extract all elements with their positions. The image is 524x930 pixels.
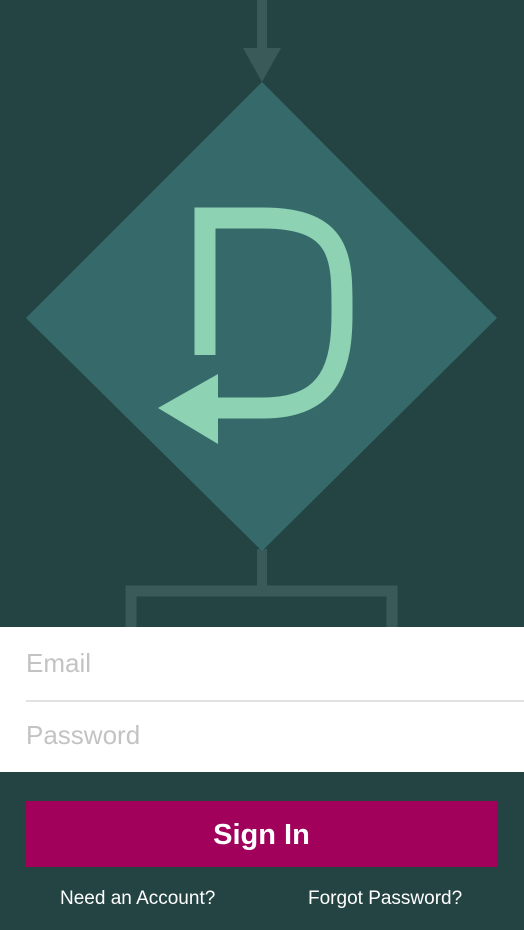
flow-branch-box xyxy=(125,585,398,627)
email-field[interactable] xyxy=(26,627,524,699)
flowchart-illustration xyxy=(26,0,497,627)
hero-banner xyxy=(0,0,524,627)
forgot-password-link[interactable]: Forgot Password? xyxy=(308,885,462,913)
flow-connector-bottom xyxy=(257,549,267,589)
need-account-link[interactable]: Need an Account? xyxy=(60,885,215,913)
password-field[interactable] xyxy=(26,699,524,771)
flow-arrowhead-icon xyxy=(243,48,281,82)
sign-in-button[interactable]: Sign In xyxy=(26,801,497,867)
login-form xyxy=(0,627,524,772)
decision-diamond xyxy=(26,82,497,551)
flow-connector-top xyxy=(257,0,267,50)
